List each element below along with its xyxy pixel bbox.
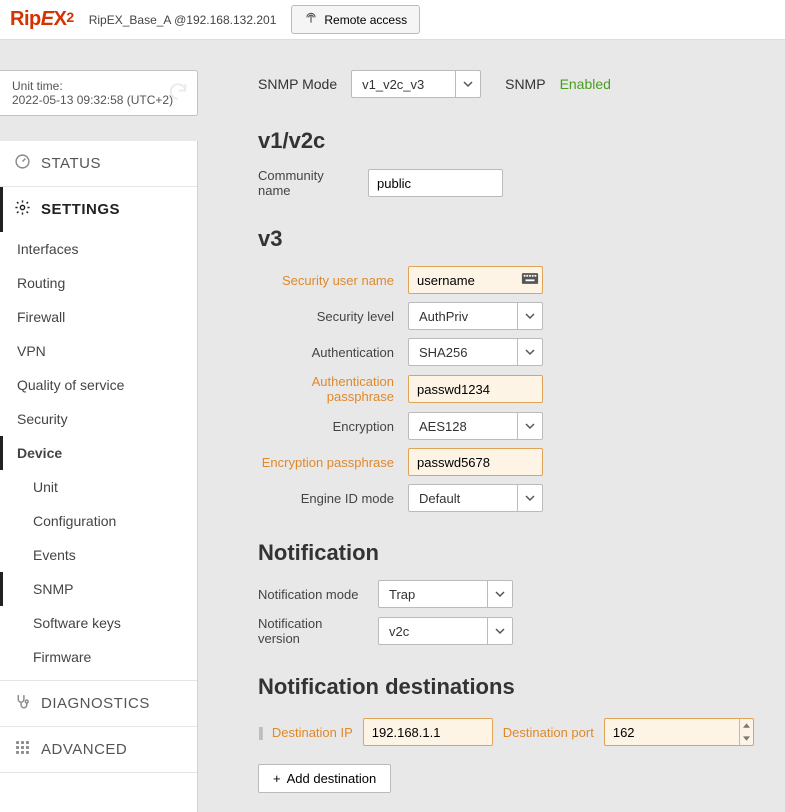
auth-select[interactable]: SHA256 (408, 338, 543, 366)
gear-icon (14, 199, 31, 220)
antenna-icon (304, 11, 318, 28)
community-name-label: Community name (258, 168, 368, 198)
nav-firewall[interactable]: Firewall (0, 300, 197, 334)
enc-label: Encryption (258, 419, 408, 434)
nav-configuration[interactable]: Configuration (0, 504, 197, 538)
dest-ip-label: Destination IP (272, 725, 353, 740)
number-stepper[interactable] (739, 719, 753, 745)
chevron-down-icon (517, 303, 541, 329)
nav-swkeys[interactable]: Software keys (0, 606, 197, 640)
enc-pass-label: Encryption passphrase (258, 455, 408, 470)
chevron-down-icon (517, 339, 541, 365)
nav-diagnostics[interactable]: DIAGNOSTICS (0, 681, 197, 726)
gauge-icon (14, 153, 31, 174)
auth-pass-label: Authentication passphrase (258, 374, 408, 404)
dest-port-label: Destination port (503, 725, 594, 740)
stethoscope-icon (14, 693, 31, 714)
v3-heading: v3 (258, 226, 765, 252)
nav-advanced[interactable]: ADVANCED (0, 727, 197, 772)
dest-ip-input[interactable] (363, 718, 493, 746)
sec-user-label: Security user name (258, 273, 408, 288)
nav-snmp[interactable]: SNMP (0, 572, 197, 606)
notif-mode-select[interactable]: Trap (378, 580, 513, 608)
chevron-down-icon (517, 413, 541, 439)
main-content: SNMP Mode v1_v2c_v3 SNMP Enabled v1/v2c … (198, 70, 785, 812)
dest-row: || Destination IP Destination port (258, 714, 765, 750)
nav-firmware[interactable]: Firmware (0, 640, 197, 674)
enc-pass-input[interactable] (408, 448, 543, 476)
side-nav: STATUS SETTINGS Interfaces Routing Firew… (0, 141, 198, 812)
nav-security[interactable]: Security (0, 402, 197, 436)
dest-port-input[interactable] (605, 719, 735, 745)
plus-icon: + (273, 771, 281, 786)
refresh-icon[interactable] (167, 81, 189, 106)
sec-level-label: Security level (258, 309, 408, 324)
engine-label: Engine ID mode (258, 491, 408, 506)
keyboard-icon[interactable] (521, 272, 539, 289)
nav-vpn[interactable]: VPN (0, 334, 197, 368)
snmp-mode-select[interactable]: v1_v2c_v3 (351, 70, 481, 98)
remote-access-button[interactable]: Remote access (291, 5, 420, 34)
logo: RipEX2 (10, 8, 74, 31)
chevron-down-icon (455, 71, 479, 97)
snmp-status: Enabled (560, 76, 611, 92)
nav-status[interactable]: STATUS (0, 141, 197, 186)
unit-time-label: Unit time: (12, 79, 185, 93)
top-bar: RipEX2 RipEX_Base_A @192.168.132.201 Rem… (0, 0, 785, 40)
nav-interfaces[interactable]: Interfaces (0, 232, 197, 266)
nav-routing[interactable]: Routing (0, 266, 197, 300)
notif-ver-select[interactable]: v2c (378, 617, 513, 645)
engine-select[interactable]: Default (408, 484, 543, 512)
v1v2c-heading: v1/v2c (258, 128, 765, 154)
chevron-down-icon (517, 485, 541, 511)
notif-ver-label: Notification version (258, 616, 378, 646)
chevron-down-icon (487, 618, 511, 644)
auth-label: Authentication (258, 345, 408, 360)
drag-handle-icon[interactable]: || (258, 724, 262, 740)
dest-heading: Notification destinations (258, 674, 765, 700)
add-destination-button[interactable]: + Add destination (258, 764, 391, 793)
notif-mode-label: Notification mode (258, 587, 378, 602)
snmp-label: SNMP (505, 76, 545, 92)
nav-unit[interactable]: Unit (0, 470, 197, 504)
grid-icon (14, 739, 31, 760)
remote-access-label: Remote access (324, 13, 407, 27)
community-name-input[interactable] (368, 169, 503, 197)
nav-qos[interactable]: Quality of service (0, 368, 197, 402)
chevron-down-icon (487, 581, 511, 607)
enc-select[interactable]: AES128 (408, 412, 543, 440)
sec-level-select[interactable]: AuthPriv (408, 302, 543, 330)
unit-time-box: Unit time: 2022-05-13 09:32:58 (UTC+2) (0, 70, 198, 116)
notif-heading: Notification (258, 540, 765, 566)
snmp-mode-label: SNMP Mode (258, 76, 337, 92)
auth-pass-input[interactable] (408, 375, 543, 403)
unit-time-value: 2022-05-13 09:32:58 (UTC+2) (12, 93, 185, 107)
step-down-icon[interactable] (740, 732, 753, 745)
nav-settings[interactable]: SETTINGS (0, 187, 197, 232)
nav-device[interactable]: Device (0, 436, 197, 470)
device-address: RipEX_Base_A @192.168.132.201 (89, 13, 277, 27)
step-up-icon[interactable] (740, 719, 753, 732)
nav-events[interactable]: Events (0, 538, 197, 572)
